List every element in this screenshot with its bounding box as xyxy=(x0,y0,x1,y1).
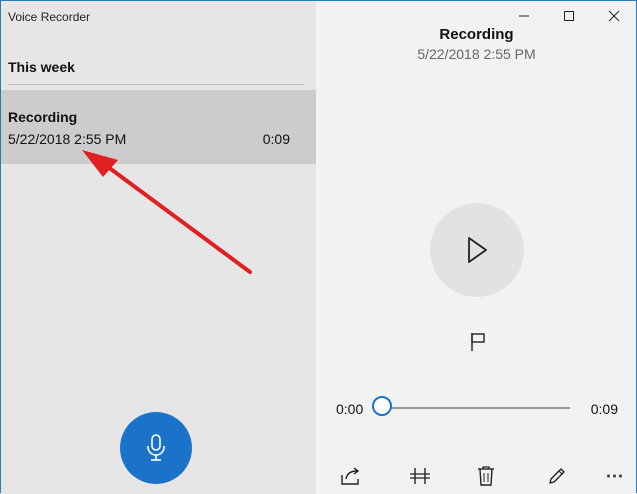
current-time: 0:00 xyxy=(336,401,364,417)
trim-button[interactable] xyxy=(405,462,435,490)
rename-button[interactable] xyxy=(542,462,572,490)
recording-date: 5/22/2018 2:55 PM xyxy=(8,131,127,147)
close-icon xyxy=(608,10,620,22)
group-divider xyxy=(8,84,304,85)
more-options-button[interactable]: ⋯ xyxy=(600,462,630,490)
trash-icon xyxy=(478,466,494,486)
maximize-icon xyxy=(564,11,574,21)
minimize-icon xyxy=(519,15,529,17)
seek-track[interactable] xyxy=(374,407,570,409)
total-time: 0:09 xyxy=(590,401,618,417)
recording-timestamp: 5/22/2018 2:55 PM xyxy=(417,46,536,62)
recording-name: Recording xyxy=(8,109,78,125)
delete-button[interactable] xyxy=(471,462,501,490)
recording-duration: 0:09 xyxy=(262,131,290,147)
recording-list-item[interactable]: Recording 5/22/2018 2:55 PM 0:09 xyxy=(0,90,316,164)
play-button[interactable] xyxy=(430,203,524,297)
share-icon xyxy=(341,467,360,485)
flag-icon xyxy=(471,333,485,351)
microphone-icon xyxy=(147,434,165,461)
app-title: Voice Recorder xyxy=(8,10,91,24)
trim-icon xyxy=(410,468,430,484)
record-button[interactable] xyxy=(120,412,192,484)
more-icon: ⋯ xyxy=(605,466,625,486)
recording-title: Recording xyxy=(439,26,514,43)
group-header-this-week: This week xyxy=(8,59,75,75)
play-icon xyxy=(468,237,487,263)
seek-thumb[interactable] xyxy=(372,396,392,416)
playback-pane: Recording 5/22/2018 2:55 PM 0:00 0:09 ⋯ xyxy=(316,0,637,494)
add-marker-button[interactable] xyxy=(466,330,490,354)
maximize-button[interactable] xyxy=(553,4,585,28)
pencil-icon xyxy=(549,468,565,484)
minimize-button[interactable] xyxy=(508,4,540,28)
close-button[interactable] xyxy=(598,4,630,28)
recordings-pane: Voice Recorder This week Recording 5/22/… xyxy=(0,0,316,494)
share-button[interactable] xyxy=(336,462,366,490)
